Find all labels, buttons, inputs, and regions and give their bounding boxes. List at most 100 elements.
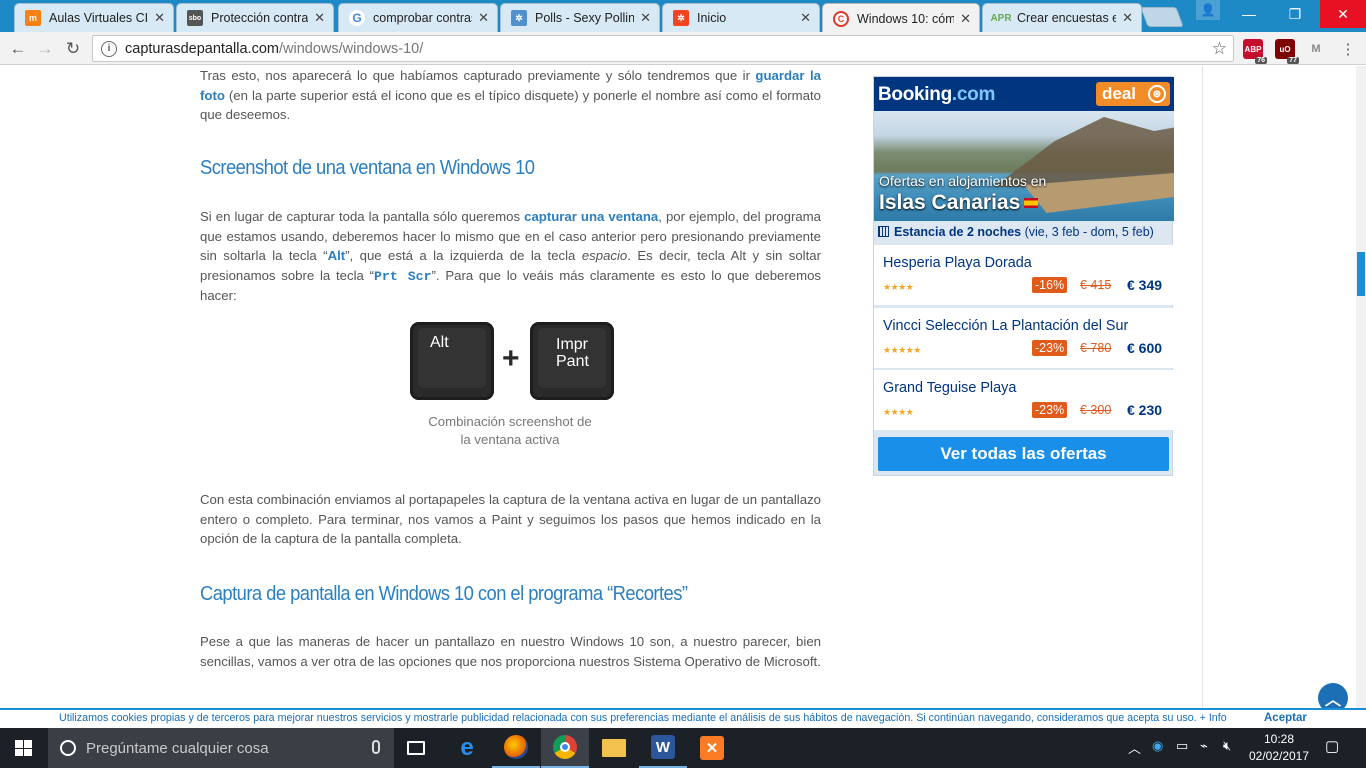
- hotel-offer[interactable]: Vincci Selección La Plantación del Sur ★…: [874, 308, 1174, 368]
- deal-badge: deal ⊛: [1096, 82, 1170, 106]
- hotel-offer[interactable]: Hesperia Playa Dorada ★★★★ -16% € 415 € …: [874, 245, 1174, 305]
- maximize-button[interactable]: ❐: [1272, 0, 1318, 28]
- url-path: /windows/windows-10/: [278, 40, 424, 57]
- ublock-icon[interactable]: uO 77: [1275, 39, 1299, 64]
- cortana-search-box[interactable]: Pregúntame cualquier cosa: [48, 728, 394, 768]
- sbo-icon: sbo: [187, 10, 203, 26]
- taskbar-firefox[interactable]: [492, 728, 540, 768]
- booking-ad[interactable]: Booking.com deal ⊛ Ofertas en alojamiento…: [873, 76, 1174, 476]
- discount-badge: -16%: [1032, 277, 1068, 293]
- windows-start-icon[interactable]: [15, 740, 32, 756]
- search-placeholder: Pregúntame cualquier cosa: [86, 739, 269, 757]
- ext-badge: 77: [1287, 57, 1299, 64]
- text-span: Tras esto, nos aparecerá lo que habíamos…: [200, 68, 756, 83]
- destination-name: Islas Canarias: [879, 191, 1021, 214]
- close-tab-icon[interactable]: ✕: [1122, 10, 1133, 26]
- tab-polls[interactable]: ✲ Polls - Sexy Polling ✕: [500, 3, 660, 32]
- price: € 230: [1127, 402, 1163, 418]
- text-span: (en la parte superior está el icono que …: [200, 87, 821, 123]
- star-rating: ★★★★★: [883, 345, 921, 355]
- capturar-ventana-link[interactable]: capturar una ventana: [524, 209, 658, 224]
- chrome-menu-icon[interactable]: ⋮: [1336, 37, 1360, 61]
- tab-aulas-virtuales[interactable]: m Aulas Virtuales CIFP ✕: [14, 3, 174, 32]
- taskbar-chrome[interactable]: [541, 728, 589, 768]
- scroll-to-top-button[interactable]: ︿: [1318, 683, 1348, 708]
- extension-icon[interactable]: M: [1306, 39, 1326, 59]
- espacio-text: espacio: [581, 248, 628, 263]
- page-scrollbar[interactable]: [1356, 66, 1366, 708]
- taskbar-word[interactable]: W: [639, 728, 687, 768]
- microphone-icon[interactable]: [372, 740, 380, 754]
- close-tab-icon[interactable]: ✕: [314, 10, 325, 26]
- address-bar[interactable]: i capturasdepantalla.com/windows/windows…: [92, 35, 1234, 62]
- adblock-icon[interactable]: ABP 76: [1243, 39, 1267, 64]
- chrome-icon: [553, 735, 577, 759]
- close-tab-icon[interactable]: ✕: [960, 11, 971, 27]
- apr-icon: APR: [990, 12, 1012, 24]
- tab-proteccion[interactable]: sbo Protección contra s ✕: [176, 3, 334, 32]
- task-view-button[interactable]: [392, 728, 440, 768]
- close-tab-icon[interactable]: ✕: [800, 10, 811, 26]
- paragraph-save-photo: Tras esto, nos aparecerá lo que habíamos…: [200, 66, 821, 125]
- action-center-icon[interactable]: ▢: [1325, 737, 1339, 755]
- security-tray-icon[interactable]: ◉: [1152, 738, 1163, 754]
- accept-cookies-button[interactable]: Aceptar: [1264, 712, 1307, 724]
- tab-windows-10[interactable]: C Windows 10: cómo ✕: [822, 3, 980, 33]
- tab-title: Windows 10: cómo: [857, 11, 955, 26]
- reload-button[interactable]: ↻: [61, 37, 85, 61]
- old-price: € 300: [1080, 403, 1112, 417]
- tab-crear-encuestas[interactable]: APR Crear encuestas en ✕: [982, 3, 1142, 32]
- tab-inicio[interactable]: ✲ Inicio ✕: [662, 3, 820, 32]
- view-all-offers-button[interactable]: Ver todas las ofertas: [878, 437, 1169, 471]
- star-rating: ★★★★: [883, 282, 914, 292]
- ext-label: uO: [1279, 44, 1291, 54]
- close-tab-icon[interactable]: ✕: [478, 10, 489, 26]
- deal-icon: ⊛: [1148, 85, 1166, 103]
- photo-caption: Ofertas en alojamientos en: [879, 173, 1047, 189]
- hotel-offer[interactable]: Grand Teguise Playa ★★★★ -23% € 300 € 23…: [874, 370, 1174, 430]
- url-text[interactable]: capturasdepantalla.com/windows/windows-1…: [125, 41, 423, 57]
- close-tab-icon[interactable]: ✕: [154, 10, 165, 26]
- heading-screenshot-ventana: Screenshot de una ventana en Windows 10: [200, 157, 535, 179]
- tab-comprobar[interactable]: G comprobar contras ✕: [338, 3, 498, 32]
- joomla-icon: ✲: [511, 10, 527, 26]
- cookie-message[interactable]: Utilizamos cookies propias y de terceros…: [59, 712, 1227, 724]
- forward-button[interactable]: →: [33, 37, 57, 61]
- minimize-button[interactable]: —: [1226, 0, 1272, 28]
- tab-strip: m Aulas Virtuales CIFP ✕ sbo Protección …: [0, 0, 1366, 33]
- scrollbar-thumb[interactable]: [1357, 252, 1365, 296]
- windows-taskbar: Pregúntame cualquier cosa e W ✕ ︿ ◉ ▭ ⌁ …: [0, 728, 1366, 768]
- taskbar-xampp[interactable]: ✕: [688, 728, 736, 768]
- new-tab-button[interactable]: [1140, 7, 1184, 27]
- clock-time: 10:28: [1263, 732, 1295, 746]
- text-span: Si en lugar de capturar toda la pantalla…: [200, 209, 525, 224]
- key-label-line: Impr: [556, 336, 588, 353]
- prt-scr-text: Prt Scr: [374, 268, 432, 284]
- page-viewport: Tras esto, nos aparecerá lo que habíamos…: [0, 66, 1356, 708]
- task-view-icon: [407, 741, 425, 755]
- tab-title: Polls - Sexy Polling: [535, 11, 635, 25]
- firefox-icon: [504, 735, 528, 759]
- battery-icon[interactable]: ▭: [1176, 738, 1188, 754]
- bookmark-star-icon[interactable]: ☆: [1212, 39, 1227, 59]
- taskbar-edge[interactable]: e: [443, 728, 491, 768]
- clock-date: 02/02/2017: [1248, 749, 1310, 763]
- system-clock[interactable]: 10:28 02/02/2017: [1246, 731, 1312, 765]
- site-info-icon[interactable]: i: [101, 40, 117, 57]
- hotel-name: Grand Teguise Playa: [883, 380, 1017, 396]
- taskbar-file-explorer[interactable]: [590, 728, 638, 768]
- text-span: ”, que está a la izquierda de la tecla: [345, 248, 582, 263]
- network-icon[interactable]: ⌁: [1200, 738, 1208, 754]
- islands-photo[interactable]: Ofertas en alojamientos en Islas Canaria…: [874, 111, 1174, 221]
- close-tab-icon[interactable]: ✕: [640, 10, 651, 26]
- ext-label: ABP: [1244, 44, 1262, 54]
- back-button[interactable]: ←: [6, 37, 30, 61]
- volume-muted-icon[interactable]: 🔇︎: [1223, 738, 1231, 754]
- logo-text: Booking: [878, 84, 952, 105]
- alt-key-label: Alt: [430, 334, 449, 351]
- show-hidden-icons[interactable]: ︿: [1128, 738, 1141, 757]
- discount-badge: -23%: [1032, 402, 1068, 418]
- profile-icon[interactable]: 👤: [1196, 0, 1220, 20]
- hotel-name: Vincci Selección La Plantación del Sur: [883, 318, 1129, 334]
- close-window-button[interactable]: ✕: [1320, 0, 1366, 28]
